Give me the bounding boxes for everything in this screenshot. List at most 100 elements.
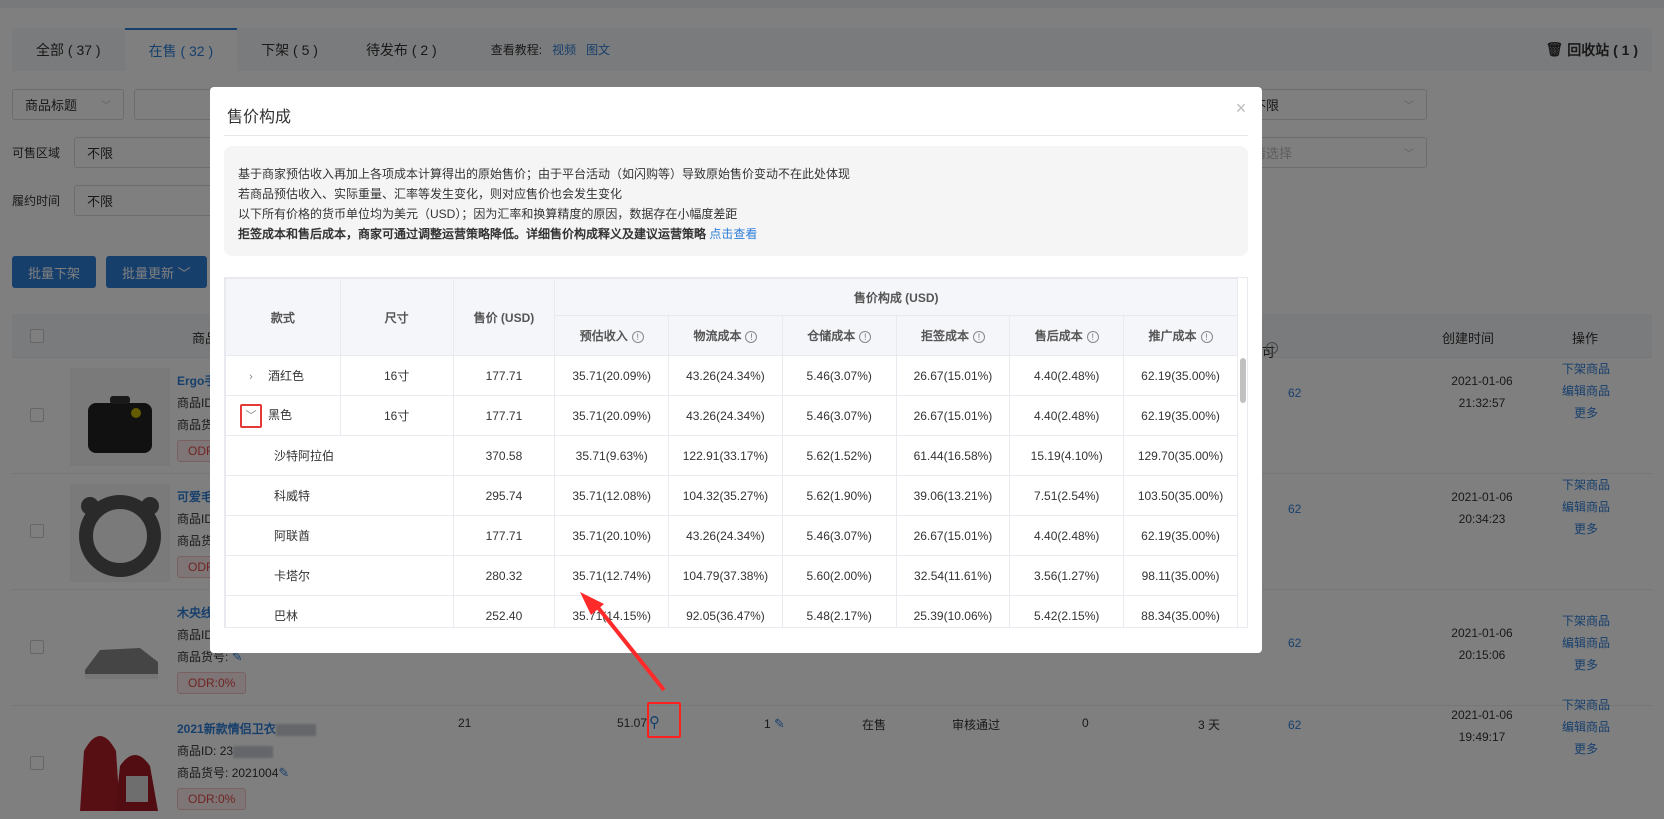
info-icon[interactable]: !	[1200, 331, 1213, 343]
price-cell: 280.32	[452, 555, 556, 596]
notice-bold-text: 拒签成本和售后成本，商家可通过调整运营策略降低。详细售价构成释义及建议运营策略	[238, 227, 707, 241]
cost-cell: 7.51(2.54%)	[1009, 475, 1125, 516]
price-cell: 177.71	[452, 395, 556, 436]
region-cell: 科威特	[225, 475, 454, 516]
cost-cell: 43.26(24.34%)	[668, 515, 783, 556]
modal-title: 售价构成	[227, 109, 292, 126]
region-row: 卡塔尔 280.32 35.71(12.74%) 104.79(37.38%) 5.60…	[225, 555, 1238, 596]
cost-cell: 5.42(2.15%)	[1009, 595, 1125, 627]
cost-cell: 35.71(20.09%)	[554, 395, 670, 436]
info-icon[interactable]: !	[972, 331, 985, 343]
price-breakdown-table: 款式 尺寸 售价 (USD) 售价构成 (USD) 预估收入! 物流成本! 仓储成本…	[225, 278, 1238, 627]
cost-cell: 62.19(35.00%)	[1123, 515, 1238, 556]
cost-cell: 39.06(13.21%)	[895, 475, 1011, 516]
info-icon[interactable]: !	[859, 331, 872, 343]
style-label: 黑色	[268, 407, 293, 422]
region-cell: 巴林	[225, 595, 454, 627]
cost-cell: 32.54(11.61%)	[895, 555, 1011, 596]
price-cell: 295.74	[452, 475, 556, 516]
price-cell: 177.71	[452, 355, 556, 396]
notice-line: 基于商家预估收入再加上各项成本计算得出的原始售价；由于平台活动（如闪购等）导致原…	[238, 167, 851, 181]
cost-cell: 5.46(3.07%)	[781, 395, 897, 436]
variant-row: ﹀ 黑色 16寸 177.71 35.71(20.09%) 43.26(24.34%) 5.…	[225, 395, 1238, 436]
cost-cell: 98.11(35.00%)	[1123, 555, 1238, 596]
cost-cell: 5.62(1.90%)	[781, 475, 897, 516]
region-cell: 沙特阿拉伯	[225, 435, 454, 476]
cost-cell: 129.70(35.00%)	[1123, 435, 1238, 476]
cost-cell: 5.46(3.07%)	[781, 355, 897, 396]
region-cell: 阿联酋	[225, 515, 454, 556]
price-cell: 177.71	[452, 515, 556, 556]
close-icon[interactable]: ×	[1232, 99, 1250, 117]
th-cost-label: 售后成本	[1034, 329, 1083, 343]
info-icon[interactable]: !	[745, 331, 758, 343]
cost-cell: 26.67(15.01%)	[895, 395, 1011, 436]
th-size: 尺寸	[339, 278, 454, 356]
notice-line-bold: 拒签成本和售后成本，商家可通过调整运营策略降低。详细售价构成释义及建议运营策略 …	[238, 224, 1234, 244]
region-row: 沙特阿拉伯 370.58 35.71(9.63%) 122.91(33.17%) 5.6…	[225, 435, 1238, 476]
style-cell: ﹀ 黑色	[225, 395, 341, 436]
cost-cell: 104.32(35.27%)	[668, 475, 783, 516]
size-cell: 16寸	[339, 355, 454, 396]
cost-cell: 104.79(37.38%)	[668, 555, 783, 596]
cost-cell: 122.91(33.17%)	[668, 435, 783, 476]
region-cell: 卡塔尔	[225, 555, 454, 596]
price-notice: 基于商家预估收入再加上各项成本计算得出的原始售价；由于平台活动（如闪购等）导致原…	[224, 146, 1248, 256]
chevron-down-icon[interactable]: ﹀	[240, 403, 262, 428]
price-breakdown-modal: 售价构成 × 基于商家预估收入再加上各项成本计算得出的原始售价；由于平台活动（如…	[210, 87, 1262, 653]
price-cell: 370.58	[452, 435, 556, 476]
cost-cell: 61.44(16.58%)	[895, 435, 1011, 476]
cost-cell: 4.40(2.48%)	[1009, 395, 1125, 436]
cost-cell: 62.19(35.00%)	[1123, 395, 1238, 436]
view-details-link[interactable]: 点击查看	[709, 227, 757, 241]
size-cell: 16寸	[339, 395, 454, 436]
chevron-right-icon[interactable]: ›	[240, 371, 262, 383]
cost-cell: 5.48(2.17%)	[781, 595, 897, 627]
notice-line: 若商品预估收入、实际重量、汇率等发生变化，则对应售价也会发生变化	[238, 187, 623, 201]
info-icon[interactable]: !	[1086, 331, 1099, 343]
cost-cell: 62.19(35.00%)	[1123, 355, 1238, 396]
cost-cell: 103.50(35.00%)	[1123, 475, 1238, 516]
th-cost-label: 物流成本	[693, 329, 742, 343]
cost-cell: 35.71(12.74%)	[554, 555, 670, 596]
cost-cell: 5.46(3.07%)	[781, 515, 897, 556]
price-cell: 252.40	[452, 595, 556, 627]
cost-cell: 43.26(24.34%)	[668, 355, 783, 396]
th-cost: 售后成本!	[1009, 315, 1125, 356]
th-cost: 物流成本!	[668, 315, 783, 356]
th-price: 售价 (USD)	[452, 278, 556, 356]
annotation-highlight-search	[647, 702, 681, 738]
cost-cell: 26.67(15.01%)	[895, 515, 1011, 556]
price-table-container: 款式 尺寸 售价 (USD) 售价构成 (USD) 预估收入! 物流成本! 仓储成本…	[224, 277, 1248, 628]
cost-cell: 35.71(20.10%)	[554, 515, 670, 556]
scrollbar-thumb[interactable]	[1240, 358, 1246, 403]
variant-row: › 酒红色 16寸 177.71 35.71(20.09%) 43.26(24.34%) 5…	[225, 355, 1238, 396]
cost-cell: 26.67(15.01%)	[895, 355, 1011, 396]
th-cost-label: 推广成本	[1148, 329, 1197, 343]
cost-cell: 4.40(2.48%)	[1009, 515, 1125, 556]
style-label: 酒红色	[268, 369, 305, 383]
th-cost: 仓储成本!	[781, 315, 897, 356]
region-row: 阿联酋 177.71 35.71(20.10%) 43.26(24.34%) 5.46(…	[225, 515, 1238, 556]
modal-divider	[224, 135, 1248, 136]
cost-cell: 35.71(12.08%)	[554, 475, 670, 516]
cost-cell: 25.39(10.06%)	[895, 595, 1011, 627]
th-cost-label: 仓储成本	[807, 329, 856, 343]
cost-cell: 88.34(35.00%)	[1123, 595, 1238, 627]
th-cost: 预估收入!	[554, 315, 670, 356]
cost-cell: 35.71(20.09%)	[554, 355, 670, 396]
th-price-composition: 售价构成 (USD)	[554, 278, 1238, 316]
region-row: 科威特 295.74 35.71(12.08%) 104.32(35.27%) 5.62…	[225, 475, 1238, 516]
cost-cell: 35.71(9.63%)	[554, 435, 670, 476]
region-row: 巴林 252.40 35.71(14.15%) 92.05(36.47%) 5.48(2…	[225, 595, 1238, 627]
cost-cell: 5.60(2.00%)	[781, 555, 897, 596]
notice-line: 以下所有价格的货币单位均为美元（USD）；因为汇率和换算精度的原因，数据存在小幅…	[238, 207, 738, 221]
cost-cell: 43.26(24.34%)	[668, 395, 783, 436]
table-scrollbar[interactable]	[1237, 278, 1247, 627]
cost-cell: 35.71(14.15%)	[554, 595, 670, 627]
th-style: 款式	[225, 278, 341, 356]
cost-cell: 92.05(36.47%)	[668, 595, 783, 627]
info-icon[interactable]: !	[631, 331, 644, 343]
th-cost: 拒签成本!	[895, 315, 1011, 356]
th-cost-label: 预估收入	[579, 329, 628, 343]
